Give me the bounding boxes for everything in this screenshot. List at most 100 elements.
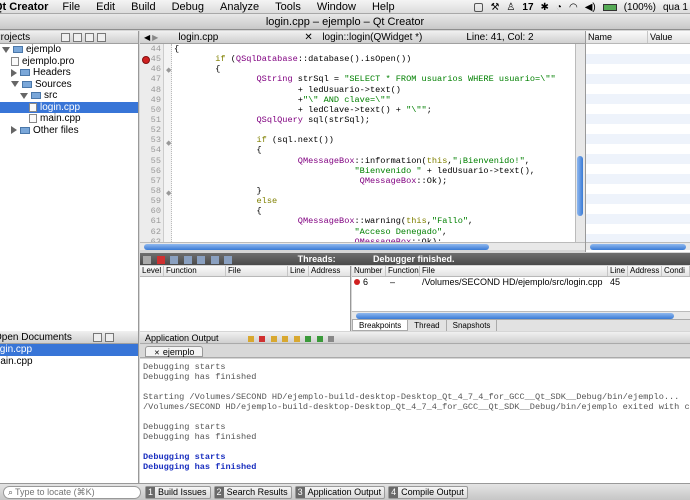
disclosure-closed-icon[interactable] bbox=[11, 68, 17, 77]
user-icon[interactable]: ♙ bbox=[506, 2, 515, 13]
locals-hscrollbar[interactable] bbox=[586, 242, 690, 250]
restart-icon[interactable] bbox=[210, 255, 219, 264]
project-tree-item[interactable]: main.cpp bbox=[0, 113, 138, 125]
project-tree-item[interactable]: ejemplo.pro bbox=[0, 56, 138, 68]
fold-marker-icon[interactable]: ◆ bbox=[166, 139, 171, 147]
fold-marker-icon[interactable]: ◆ bbox=[166, 189, 171, 197]
app-menu[interactable]: Qt Creator bbox=[0, 1, 48, 13]
projects-title[interactable]: Projects bbox=[0, 32, 58, 43]
project-tree-item[interactable]: Headers bbox=[0, 67, 138, 79]
step-into-icon[interactable] bbox=[183, 255, 192, 264]
locate-input[interactable] bbox=[15, 487, 126, 497]
editor-vertical-scrollbar[interactable] bbox=[575, 44, 585, 242]
stack-level-header[interactable]: Level bbox=[140, 266, 164, 276]
split-icon[interactable] bbox=[93, 332, 102, 342]
stop-run-icon[interactable] bbox=[259, 335, 266, 342]
bp-file-header[interactable]: File bbox=[420, 266, 608, 276]
function-selector[interactable]: login::login(QWidget *) bbox=[322, 32, 466, 43]
application-output[interactable]: Debugging starts Debugging has finished St… bbox=[140, 359, 690, 483]
close-file-icon[interactable]: ✕ bbox=[304, 32, 322, 43]
link-icon[interactable] bbox=[73, 32, 82, 42]
code-text[interactable]: { if (QSqlDatabase::database().isOpen())… bbox=[174, 44, 574, 242]
wifi-icon[interactable]: ◠ bbox=[569, 2, 578, 13]
battery-icon[interactable] bbox=[602, 3, 617, 11]
disclosure-open-icon[interactable] bbox=[11, 81, 19, 88]
menu-help[interactable]: Help bbox=[372, 1, 395, 13]
search-results-button[interactable]: 2 Search Results bbox=[213, 485, 292, 499]
time-machine-icon[interactable]: ◔ bbox=[556, 2, 562, 13]
hammer-icon[interactable]: ⚒ bbox=[490, 2, 499, 13]
locals-value-header[interactable]: Value bbox=[648, 31, 690, 43]
open-doc-login[interactable]: login.cpp bbox=[0, 344, 138, 356]
zoom-out-icon[interactable] bbox=[293, 335, 300, 342]
menu-window[interactable]: Window bbox=[317, 1, 356, 13]
tab-thread[interactable]: Thread bbox=[408, 320, 447, 331]
locals-name-header[interactable]: Name bbox=[586, 31, 648, 43]
disclosure-closed-icon[interactable] bbox=[11, 126, 17, 135]
menu-tools[interactable]: Tools bbox=[275, 1, 301, 13]
step-over-icon[interactable] bbox=[170, 255, 179, 264]
stack-function-header[interactable]: Function bbox=[164, 266, 226, 276]
menu-file[interactable]: File bbox=[62, 1, 80, 13]
close-icon[interactable] bbox=[105, 332, 114, 342]
step-out-icon[interactable] bbox=[197, 255, 206, 264]
stack-line-header[interactable]: Line bbox=[288, 266, 309, 276]
locator-field[interactable]: ⌕ bbox=[3, 485, 141, 499]
build-issues-button[interactable]: 1 Build Issues bbox=[145, 485, 211, 499]
menu-edit[interactable]: Edit bbox=[96, 1, 115, 13]
stop-icon[interactable] bbox=[156, 255, 165, 264]
clear-output-icon[interactable] bbox=[328, 335, 335, 342]
close-icon[interactable] bbox=[97, 32, 106, 42]
project-tree-item[interactable]: Other files bbox=[0, 125, 138, 137]
bp-number-header[interactable]: Number bbox=[352, 266, 386, 276]
locals-list[interactable] bbox=[586, 44, 690, 242]
project-tree-item[interactable]: ejemplo bbox=[0, 44, 138, 56]
nav-forward-icon[interactable]: ▶ bbox=[152, 33, 158, 42]
filter-icon[interactable] bbox=[61, 32, 70, 42]
disclosure-open-icon[interactable] bbox=[20, 92, 28, 99]
bp-line-header[interactable]: Line bbox=[608, 266, 628, 276]
continue-icon[interactable] bbox=[143, 255, 151, 264]
reverse-icon[interactable] bbox=[224, 255, 233, 264]
breakpoint-icon[interactable] bbox=[142, 56, 150, 64]
project-tree-item[interactable]: src bbox=[0, 90, 138, 102]
nav-back-icon[interactable]: ◀ bbox=[144, 33, 150, 42]
menu-debug[interactable]: Debug bbox=[172, 1, 204, 13]
fold-marker-icon[interactable]: ◆ bbox=[166, 66, 171, 74]
bp-condition-header[interactable]: Condi bbox=[662, 266, 690, 276]
debug-run-icon[interactable] bbox=[316, 335, 323, 342]
tab-breakpoints[interactable]: Breakpoints bbox=[352, 320, 409, 331]
open-documents-title[interactable]: Open Documents bbox=[0, 332, 90, 343]
output-tab-ejemplo[interactable]: ✕ ejemplo bbox=[145, 346, 204, 357]
bp-function-header[interactable]: Function bbox=[386, 266, 420, 276]
bluetooth-icon[interactable]: ✱ bbox=[541, 2, 549, 13]
tab-snapshots[interactable]: Snapshots bbox=[447, 320, 498, 331]
run-icon[interactable] bbox=[305, 335, 312, 342]
application-output-button[interactable]: 3 Application Output bbox=[294, 485, 386, 499]
close-tab-icon[interactable]: ✕ bbox=[154, 350, 160, 357]
breakpoints-hscrollbar[interactable] bbox=[352, 311, 690, 319]
split-icon[interactable] bbox=[85, 32, 94, 42]
clock[interactable]: qua 1 bbox=[663, 2, 688, 13]
line-number-gutter[interactable]: 44 45 46 47 48 49 50 51 52 53 54 55 56 57 58 59 60 61 62 63 bbox=[140, 44, 164, 242]
project-tree-item[interactable]: login.cpp bbox=[0, 101, 138, 113]
project-tree-item[interactable]: Sources bbox=[0, 79, 138, 91]
menu-analyze[interactable]: Analyze bbox=[220, 1, 259, 13]
editor-horizontal-scrollbar[interactable] bbox=[140, 242, 585, 250]
compile-output-button[interactable]: 4 Compile Output bbox=[388, 485, 468, 499]
attach-icon[interactable] bbox=[270, 335, 277, 342]
calendar-badge[interactable]: 17 bbox=[522, 2, 533, 13]
code-editor[interactable]: 44 45 46 47 48 49 50 51 52 53 54 55 56 57 58 59 60 61 62 63… bbox=[140, 44, 585, 242]
stack-file-header[interactable]: File bbox=[226, 266, 288, 276]
stack-address-header[interactable]: Address bbox=[309, 266, 350, 276]
rerun-icon[interactable] bbox=[247, 335, 254, 342]
editor-hscroll-thumb[interactable] bbox=[144, 244, 489, 250]
disclosure-open-icon[interactable] bbox=[2, 46, 10, 53]
status-icon[interactable] bbox=[474, 2, 484, 12]
breakpoint-row[interactable]: 6 – /Volumes/SECOND HD/ejemplo/src/login… bbox=[352, 277, 690, 288]
volume-icon[interactable]: ◀) bbox=[585, 2, 596, 13]
zoom-in-icon[interactable] bbox=[282, 335, 289, 342]
bp-address-header[interactable]: Address bbox=[628, 266, 662, 276]
file-selector[interactable]: login.cpp bbox=[178, 32, 304, 43]
open-doc-main[interactable]: main.cpp bbox=[0, 356, 138, 368]
